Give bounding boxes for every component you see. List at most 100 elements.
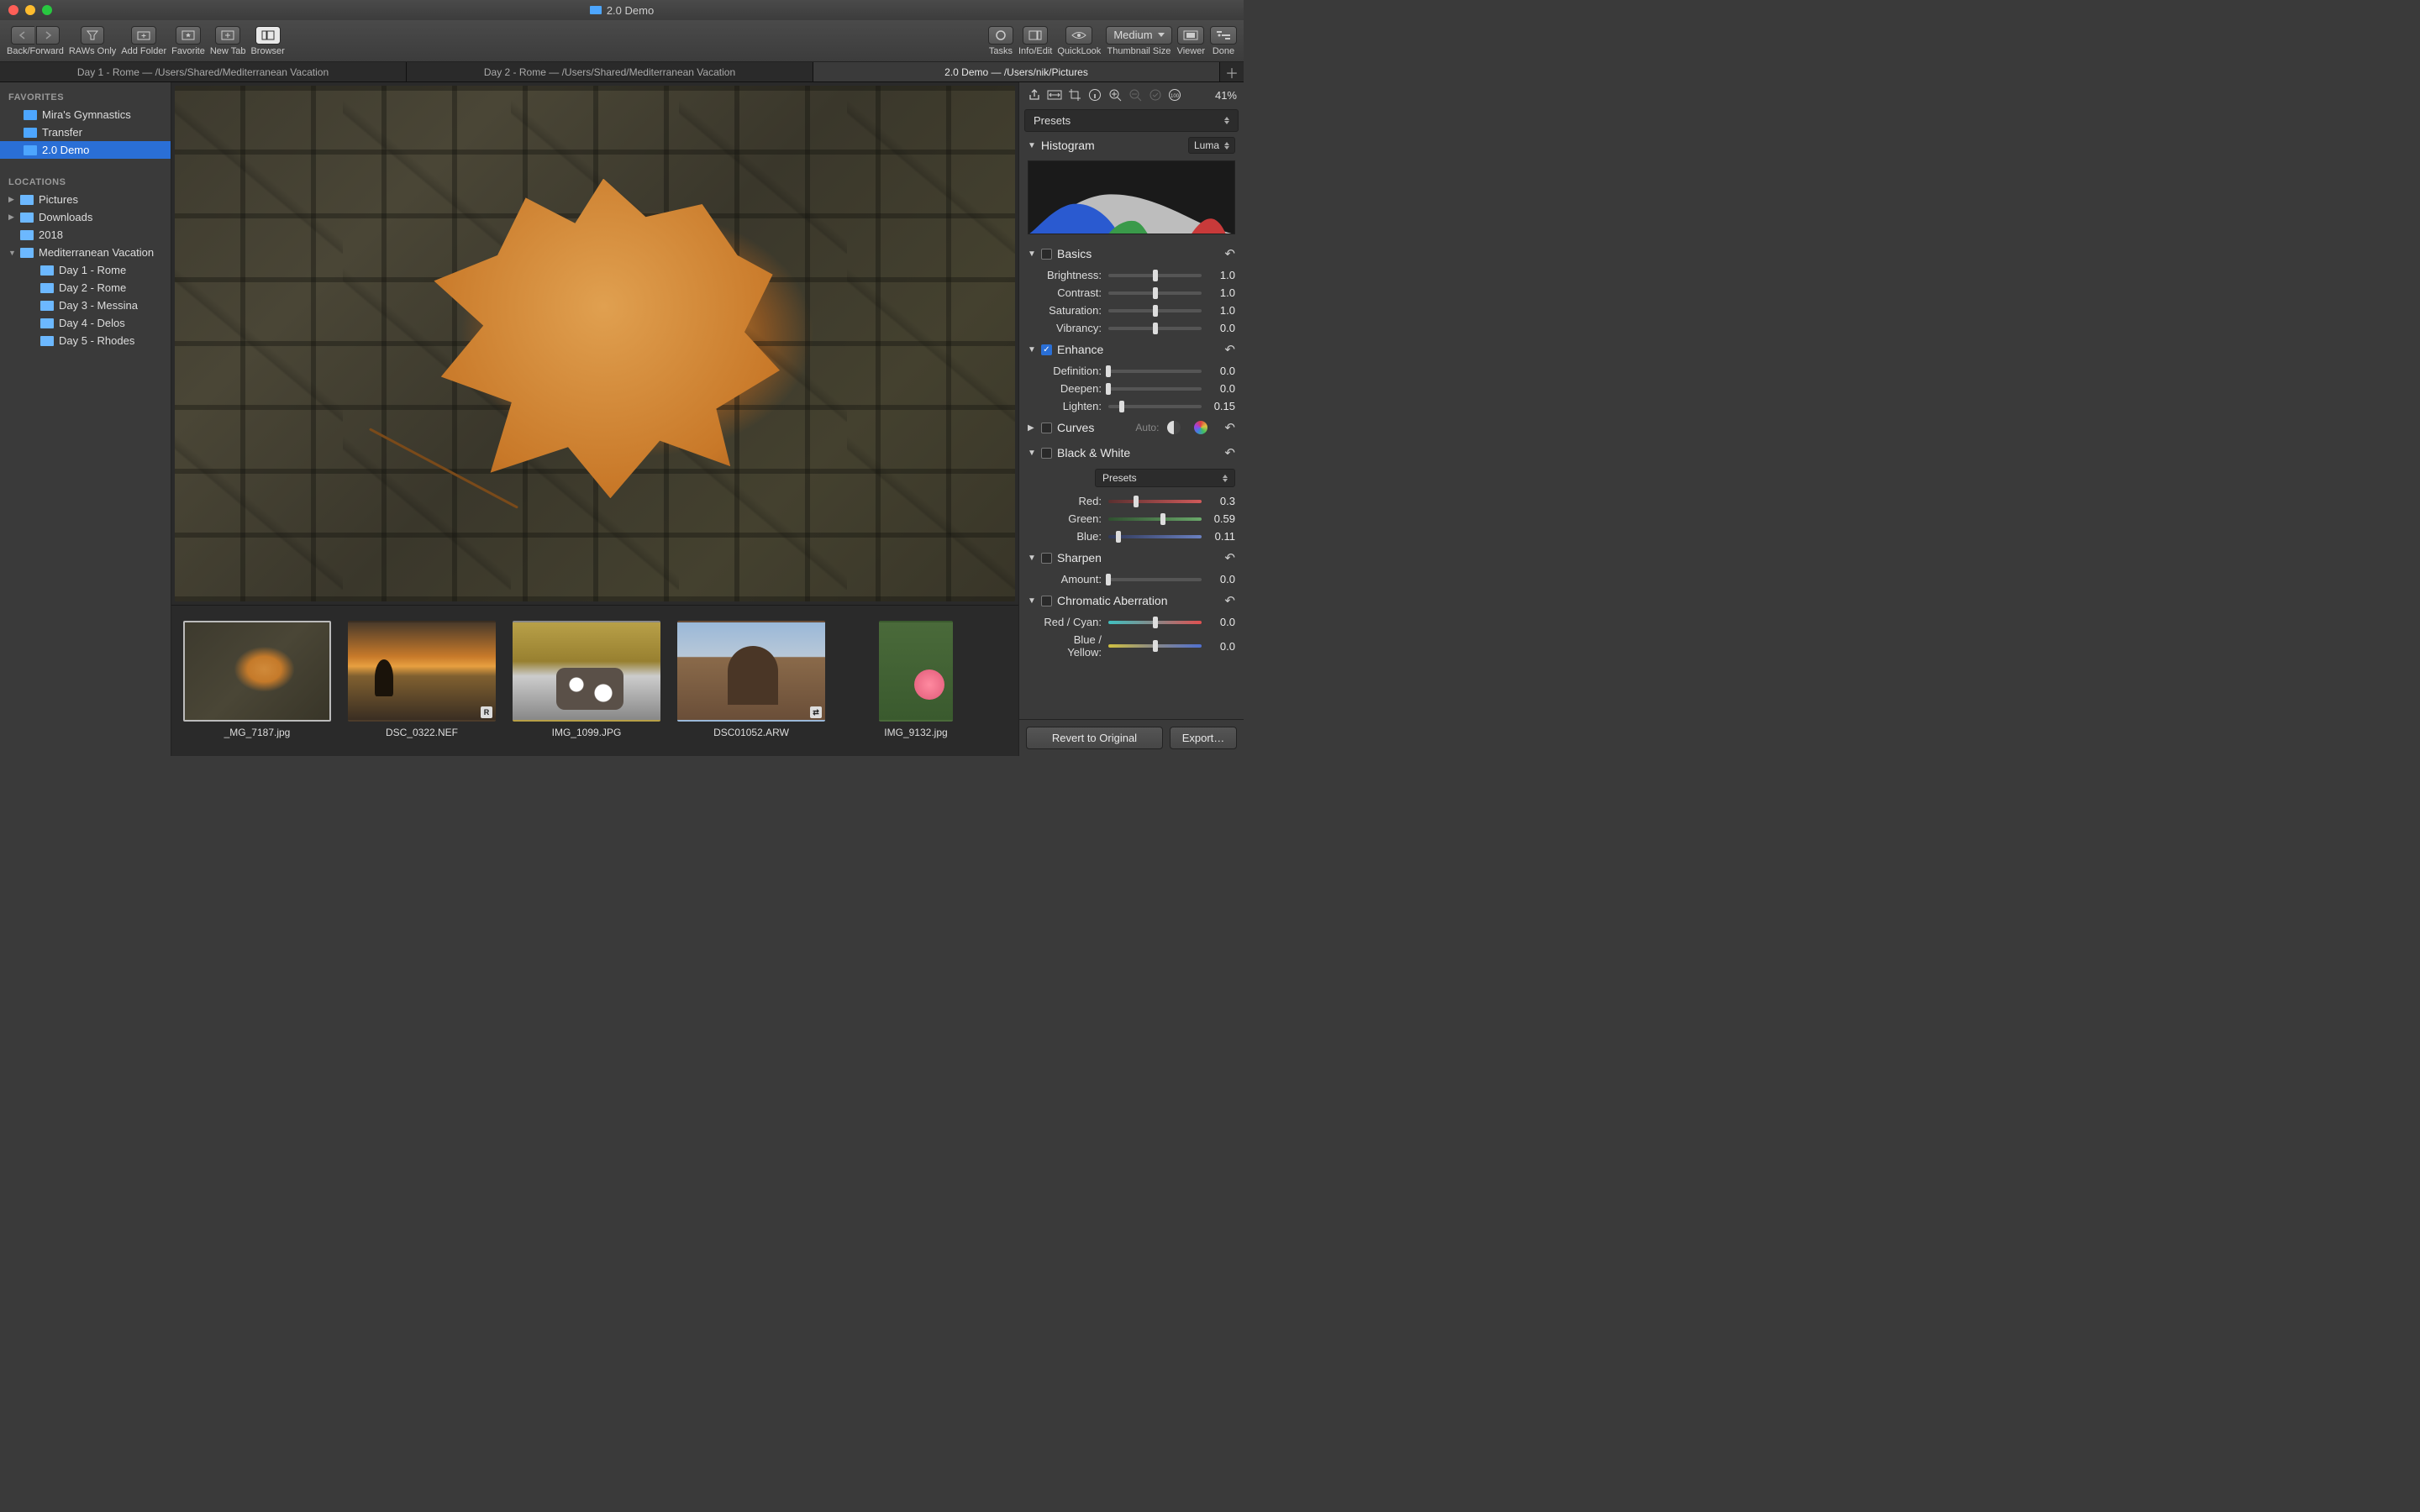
slider-knob[interactable] <box>1153 287 1158 299</box>
thumbnail-item[interactable]: IMG_9132.jpg <box>842 621 990 751</box>
adjustment-slider[interactable] <box>1108 578 1202 581</box>
info-edit-button[interactable] <box>1023 26 1048 45</box>
zoom-in-icon[interactable] <box>1107 87 1123 103</box>
tasks-button[interactable] <box>988 26 1013 45</box>
quicklook-button[interactable] <box>1065 26 1092 45</box>
section-checkbox[interactable] <box>1041 553 1052 564</box>
add-folder-button[interactable] <box>131 26 156 45</box>
slider-knob[interactable] <box>1134 496 1139 507</box>
section-checkbox[interactable]: ✓ <box>1041 344 1052 355</box>
info-icon[interactable] <box>1086 87 1103 103</box>
done-button[interactable] <box>1210 26 1237 45</box>
disclosure-icon[interactable]: ▼ <box>1028 249 1036 259</box>
zoom-out-icon[interactable] <box>1127 87 1144 103</box>
image-preview[interactable] <box>171 82 1018 605</box>
reset-icon[interactable]: ↶ <box>1224 342 1235 357</box>
sidebar-location-item[interactable]: ▶Pictures <box>0 191 171 208</box>
histogram-mode-select[interactable]: Luma <box>1188 137 1235 154</box>
reset-icon[interactable]: ↶ <box>1224 445 1235 460</box>
section-checkbox[interactable] <box>1041 423 1052 433</box>
section-checkbox[interactable] <box>1041 596 1052 606</box>
browser-button[interactable] <box>255 26 281 45</box>
disclosure-icon[interactable]: ▼ <box>1028 449 1036 458</box>
disclosure-icon[interactable]: ▼ <box>1028 554 1036 563</box>
adjustment-slider[interactable] <box>1108 405 1202 408</box>
viewer-button[interactable] <box>1177 26 1204 45</box>
adjustment-slider[interactable] <box>1108 309 1202 312</box>
sidebar-subfolder-item[interactable]: Day 5 - Rhodes <box>0 332 171 349</box>
close-window-button[interactable] <box>8 5 18 15</box>
zoom-window-button[interactable] <box>42 5 52 15</box>
tab-item[interactable]: Day 1 - Rome — /Users/Shared/Mediterrane… <box>0 62 407 81</box>
minimize-window-button[interactable] <box>25 5 35 15</box>
slider-knob[interactable] <box>1153 323 1158 334</box>
raws-only-button[interactable] <box>81 26 104 45</box>
back-button[interactable] <box>11 26 34 45</box>
sidebar-subfolder-item[interactable]: Day 4 - Delos <box>0 314 171 332</box>
sidebar-subfolder-item[interactable]: Day 1 - Rome <box>0 261 171 279</box>
slider-knob[interactable] <box>1153 617 1158 628</box>
zoom-100-icon[interactable]: 100 <box>1167 87 1184 103</box>
adjustment-slider[interactable] <box>1108 621 1202 624</box>
slider-knob[interactable] <box>1106 365 1111 377</box>
sidebar-location-item[interactable]: 2018 <box>0 226 171 244</box>
favorite-button[interactable] <box>176 26 201 45</box>
reset-icon[interactable]: ↶ <box>1224 593 1235 608</box>
new-tab-plus-button[interactable]: ＋ <box>1220 62 1244 81</box>
disclosure-icon[interactable]: ▼ <box>1028 141 1036 150</box>
thumbnail-item[interactable]: R DSC_0322.NEF <box>348 621 496 751</box>
thumbnail-item[interactable]: _MG_7187.jpg <box>183 621 331 751</box>
auto-bw-icon[interactable] <box>1167 421 1181 434</box>
adjustment-slider[interactable] <box>1108 274 1202 277</box>
new-tab-button[interactable] <box>215 26 240 45</box>
share-icon[interactable] <box>1026 87 1043 103</box>
thumbnail-item[interactable]: ⇄ DSC01052.ARW <box>677 621 825 751</box>
disclosure-icon[interactable]: ▼ <box>1028 345 1036 354</box>
revert-button[interactable]: Revert to Original <box>1026 727 1163 749</box>
fit-icon[interactable] <box>1046 87 1063 103</box>
section-bw-header[interactable]: ▼ Black & White ↶ <box>1019 440 1244 465</box>
adjustment-slider[interactable] <box>1108 327 1202 330</box>
reset-icon[interactable]: ↶ <box>1224 246 1235 261</box>
reset-icon[interactable]: ↶ <box>1224 420 1235 435</box>
section-curves-header[interactable]: ▶ Curves Auto: ↶ <box>1019 415 1244 440</box>
section-chroma-header[interactable]: ▼ Chromatic Aberration ↶ <box>1019 588 1244 613</box>
bw-presets-dropdown[interactable]: Presets <box>1095 469 1235 487</box>
slider-knob[interactable] <box>1153 640 1158 652</box>
forward-button[interactable] <box>36 26 60 45</box>
slider-knob[interactable] <box>1153 305 1158 317</box>
disclosure-icon[interactable]: ▼ <box>8 249 15 257</box>
disclosure-icon[interactable]: ▶ <box>8 213 15 222</box>
thumbnail-item[interactable]: IMG_1099.JPG <box>513 621 660 751</box>
adjustment-slider[interactable] <box>1108 387 1202 391</box>
sidebar-favorite-item[interactable]: Mira's Gymnastics <box>0 106 171 123</box>
sidebar-location-item[interactable]: ▼Mediterranean Vacation <box>0 244 171 261</box>
slider-knob[interactable] <box>1116 531 1121 543</box>
section-enhance-header[interactable]: ▼ ✓ Enhance ↶ <box>1019 337 1244 362</box>
section-checkbox[interactable] <box>1041 448 1052 459</box>
crop-icon[interactable] <box>1066 87 1083 103</box>
adjustment-slider[interactable] <box>1108 370 1202 373</box>
adjustment-slider[interactable] <box>1108 500 1202 503</box>
disclosure-icon[interactable]: ▶ <box>8 195 15 204</box>
disclosure-icon[interactable]: ▼ <box>1028 596 1036 606</box>
auto-color-icon[interactable] <box>1194 421 1207 434</box>
adjustment-slider[interactable] <box>1108 644 1202 648</box>
adjustment-slider[interactable] <box>1108 517 1202 521</box>
tab-item[interactable]: 2.0 Demo — /Users/nik/Pictures <box>813 62 1220 81</box>
tab-item[interactable]: Day 2 - Rome — /Users/Shared/Mediterrane… <box>407 62 813 81</box>
section-checkbox[interactable] <box>1041 249 1052 260</box>
export-button[interactable]: Export… <box>1170 727 1237 749</box>
section-sharpen-header[interactable]: ▼ Sharpen ↶ <box>1019 545 1244 570</box>
sidebar-subfolder-item[interactable]: Day 2 - Rome <box>0 279 171 297</box>
slider-knob[interactable] <box>1106 383 1111 395</box>
slider-knob[interactable] <box>1119 401 1124 412</box>
section-basics-header[interactable]: ▼ Basics ↶ <box>1019 241 1244 266</box>
thumbnail-size-select[interactable]: Medium <box>1106 26 1171 45</box>
reset-icon[interactable]: ↶ <box>1224 550 1235 565</box>
slider-knob[interactable] <box>1160 513 1165 525</box>
slider-knob[interactable] <box>1106 574 1111 585</box>
zoom-actual-icon[interactable] <box>1147 87 1164 103</box>
adjustment-slider[interactable] <box>1108 535 1202 538</box>
presets-dropdown[interactable]: Presets <box>1024 109 1239 132</box>
